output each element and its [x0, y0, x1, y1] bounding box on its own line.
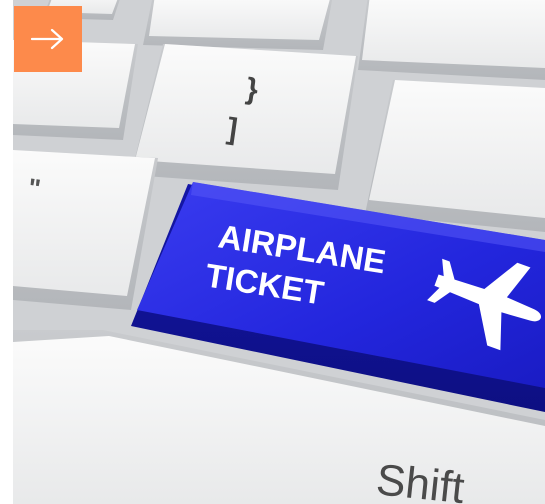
arrow-right-icon: [31, 28, 64, 50]
key-right-row2: [365, 80, 545, 232]
key-top-right: [358, 0, 545, 80]
image-stage: } ] " AIRPLANE TICKET Shift: [0, 0, 545, 504]
key-top-middle: [143, 0, 333, 50]
keyboard-illustration: } ] " AIRPLANE TICKET Shift: [13, 0, 545, 504]
keyboard-photo: } ] " AIRPLANE TICKET Shift: [13, 0, 545, 504]
key-shift-label: Shift: [374, 455, 467, 504]
key-brace: } ]: [131, 44, 358, 190]
next-button[interactable]: [14, 6, 82, 72]
